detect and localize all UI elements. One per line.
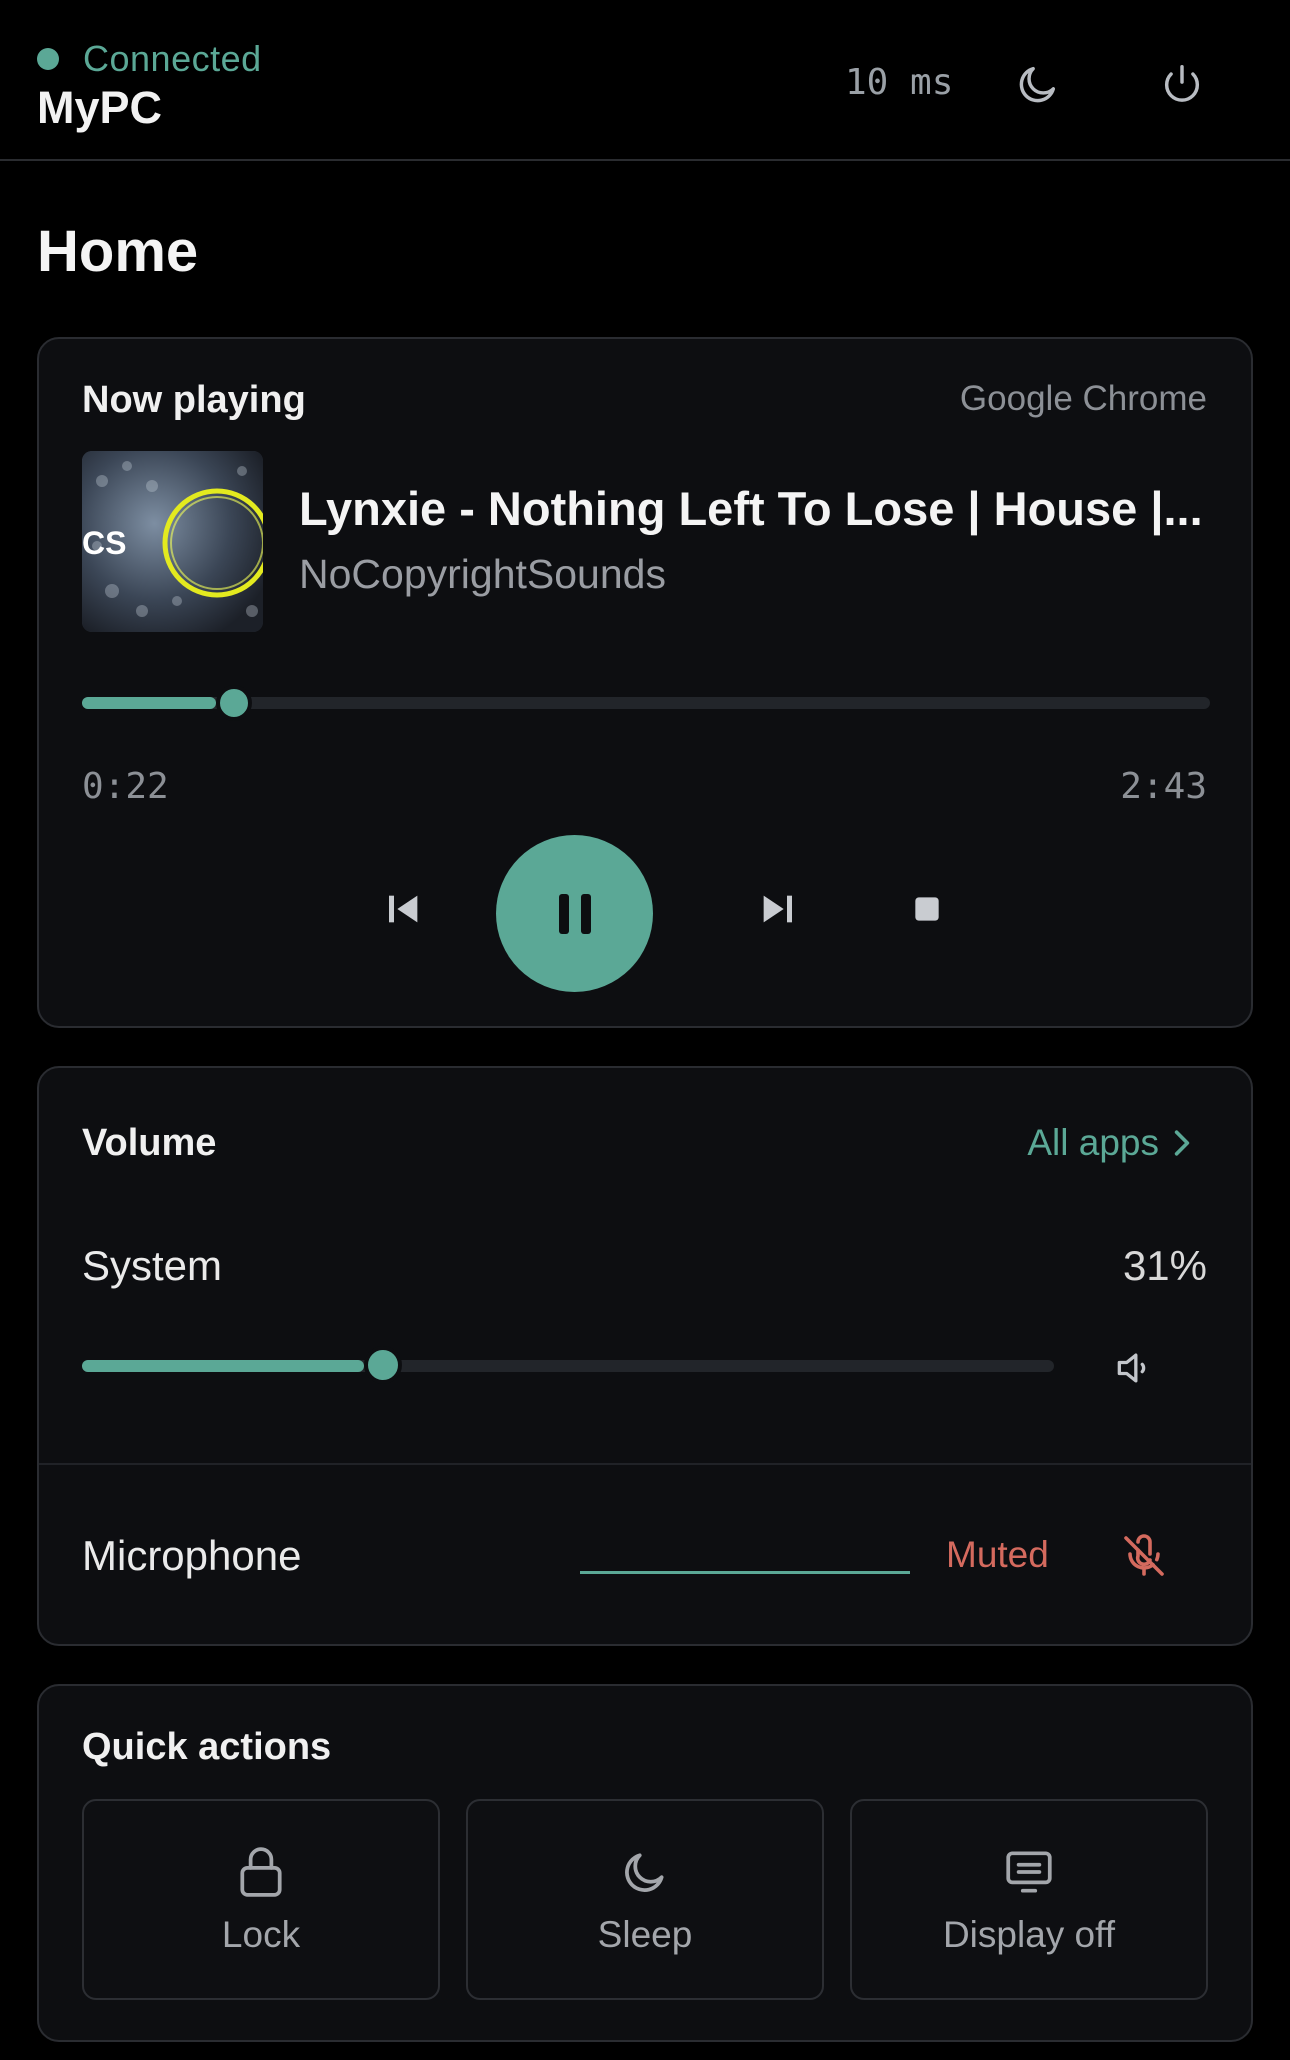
moon-icon — [625, 1852, 664, 1892]
microphone-off-icon — [1124, 1534, 1164, 1576]
lock-label: Lock — [221, 1913, 301, 1955]
status-dot — [37, 48, 59, 70]
power-button[interactable] — [1152, 54, 1212, 114]
system-mute-button[interactable] — [1104, 1338, 1164, 1398]
sleep-label: Sleep — [597, 1913, 693, 1955]
next-icon — [763, 895, 792, 923]
now-playing-heading: Now playing — [82, 379, 306, 421]
track-progress-handle[interactable] — [216, 685, 253, 721]
connection-status: Connected — [37, 38, 262, 80]
volume-card: Volume All apps System 31% Microphone Mu… — [37, 1066, 1253, 1646]
microphone-level-meter — [580, 1571, 910, 1574]
album-art: CS — [82, 451, 263, 632]
system-volume-slider[interactable] — [82, 1346, 1054, 1384]
divider — [39, 1463, 1251, 1465]
stop-button[interactable] — [887, 869, 967, 949]
latency-readout: 10 ms — [845, 62, 954, 103]
chevron-right-icon — [1174, 1130, 1190, 1156]
sleep-button[interactable]: Sleep — [466, 1799, 824, 2000]
quick-actions-heading: Quick actions — [82, 1726, 332, 1768]
connection-label: Connected — [83, 38, 262, 79]
previous-track-button[interactable] — [364, 869, 444, 949]
track-artist: NoCopyrightSounds — [299, 551, 666, 597]
device-name: MyPC — [37, 82, 163, 133]
all-apps-link[interactable]: All apps — [1027, 1122, 1191, 1164]
display-icon — [1006, 1850, 1052, 1893]
media-source: Google Chrome — [959, 379, 1207, 418]
pause-icon — [558, 893, 591, 934]
system-volume-percent: 31% — [1122, 1242, 1207, 1289]
track-progress-slider[interactable] — [82, 685, 1210, 721]
total-duration: 2:43 — [1120, 766, 1207, 807]
pause-button[interactable] — [496, 835, 653, 992]
system-volume-handle[interactable] — [364, 1346, 403, 1384]
now-playing-card: Now playing Google Chrome CS Lynxie - No… — [37, 337, 1253, 1028]
app-header: Connected MyPC 10 ms — [0, 0, 1290, 161]
page-title: Home — [37, 219, 199, 284]
theme-toggle-button[interactable] — [1008, 54, 1068, 114]
lock-button[interactable]: Lock — [82, 1799, 440, 2000]
power-icon — [1164, 65, 1200, 102]
display-off-button[interactable]: Display off — [850, 1799, 1208, 2000]
all-apps-label: All apps — [1027, 1122, 1159, 1163]
previous-icon — [389, 895, 418, 923]
display-off-label: Display off — [942, 1913, 1116, 1955]
quick-actions-card: Quick actions Lock Sleep Display off — [37, 1684, 1253, 2042]
system-volume-fill — [82, 1360, 365, 1372]
track-title: Lynxie - Nothing Left To Lose | House |.… — [299, 482, 1203, 535]
elapsed-time: 0:22 — [82, 766, 169, 807]
track-progress-fill — [82, 697, 217, 709]
system-volume-label: System — [82, 1242, 223, 1289]
moon-icon — [1019, 66, 1056, 103]
volume-heading: Volume — [82, 1122, 217, 1164]
microphone-label: Microphone — [82, 1532, 302, 1579]
album-art-graphic: CS — [82, 451, 263, 632]
quick-actions-grid: Lock Sleep Display off — [82, 1799, 1208, 2000]
lock-icon — [240, 1846, 282, 1897]
stop-icon — [915, 897, 939, 921]
next-track-button[interactable] — [737, 869, 817, 949]
album-art-logo-text: CS — [82, 525, 126, 561]
microphone-mute-button[interactable] — [1114, 1526, 1174, 1586]
microphone-status: Muted — [946, 1534, 1049, 1575]
speaker-icon — [1117, 1353, 1146, 1383]
